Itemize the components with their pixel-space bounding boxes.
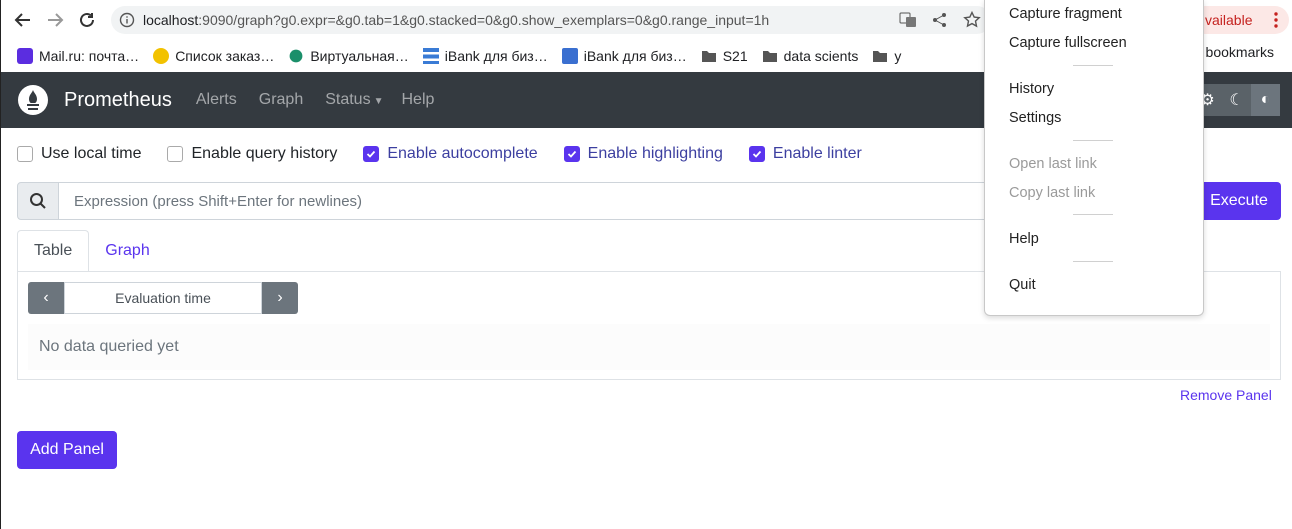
caret-down-icon: ▼ [373, 96, 384, 107]
brand-title[interactable]: Prometheus [64, 89, 172, 112]
search-icon [30, 193, 46, 209]
ibank-icon [422, 48, 439, 64]
menu-open-last-link: Open last link [1009, 156, 1097, 172]
query-history-checkbox[interactable]: Enable query history [167, 145, 337, 163]
reload-button[interactable] [75, 8, 99, 32]
share-icon[interactable] [931, 11, 949, 29]
autocomplete-checkbox[interactable]: Enable autocomplete [363, 145, 538, 163]
menu-copy-last-link: Copy last link [1009, 185, 1096, 201]
eval-prev-button[interactable]: ‹ [28, 282, 64, 314]
forward-button[interactable] [43, 8, 67, 32]
bookmark-item[interactable]: iBank для биз… [422, 48, 548, 64]
prometheus-logo-icon [18, 85, 48, 115]
bookmark-folder[interactable]: у [872, 48, 901, 64]
context-menu: Capture fragment Capture fullscreen Hist… [984, 0, 1204, 316]
folder-icon [762, 51, 777, 62]
linter-checkbox[interactable]: Enable linter [748, 145, 862, 163]
ibank-icon [561, 48, 578, 64]
menu-capture-fragment[interactable]: Capture fragment [1009, 6, 1122, 22]
panel-tabs: Table Graph [17, 230, 166, 272]
checkmark-icon [363, 146, 380, 162]
menu-quit[interactable]: Quit [1009, 277, 1036, 293]
update-available-button[interactable]: vailable [1191, 6, 1289, 34]
checkmark-icon [563, 146, 580, 162]
menu-settings[interactable]: Settings [1009, 110, 1061, 126]
chevron-right-icon: › [277, 289, 283, 306]
nav-alerts[interactable]: Alerts [196, 91, 237, 109]
checkmark-icon [748, 146, 765, 162]
half-circle-icon: ◐ [1260, 91, 1271, 108]
bookmark-folder[interactable]: data scients [762, 48, 858, 64]
search-button[interactable] [17, 182, 59, 220]
bookmark-favicon-icon [153, 48, 170, 64]
nav-status[interactable]: Status ▼ [325, 91, 383, 109]
kebab-menu-icon [1274, 12, 1278, 28]
bookmark-favicon-icon [289, 49, 303, 63]
checkbox-icon [17, 146, 33, 162]
use-local-time-checkbox[interactable]: Use local time [17, 145, 141, 163]
bookmark-item[interactable]: Виртуальная… [288, 48, 409, 64]
remove-panel-link[interactable]: Remove Panel [1180, 387, 1272, 403]
omnibox-actions [899, 11, 981, 29]
highlighting-checkbox[interactable]: Enable highlighting [563, 145, 723, 163]
url-text: localhost:9090/graph?g0.expr=&g0.tab=1&g… [143, 12, 770, 28]
eval-next-button[interactable]: › [262, 282, 298, 314]
theme-auto-button[interactable]: ◐ [1251, 84, 1280, 116]
folder-icon [701, 51, 716, 62]
nav-graph[interactable]: Graph [259, 91, 303, 109]
address-bar[interactable]: localhost:9090/graph?g0.expr=&g0.tab=1&g… [111, 6, 991, 34]
bookmark-item[interactable]: iBank для биз… [561, 48, 687, 64]
update-label: vailable [1205, 12, 1253, 28]
chevron-left-icon: ‹ [43, 289, 49, 306]
menu-separator [1073, 261, 1113, 262]
evaluation-time-control: ‹ Evaluation time › [28, 282, 298, 314]
theme-toggle: ⚙ ☾ ◐ [1193, 84, 1281, 118]
checkbox-icon [167, 146, 184, 162]
back-button[interactable] [11, 8, 35, 32]
moon-icon: ☾ [1229, 92, 1244, 109]
menu-separator [1073, 214, 1113, 215]
reload-icon [80, 12, 94, 27]
execute-button[interactable]: Execute [1197, 182, 1281, 220]
bookmark-item[interactable]: Mail.ru: почта… [17, 48, 139, 64]
menu-capture-fullscreen[interactable]: Capture fullscreen [1009, 35, 1127, 51]
translate-icon[interactable] [899, 11, 917, 29]
star-icon[interactable] [963, 11, 981, 29]
bookmark-folder[interactable]: S21 [701, 48, 748, 64]
query-options: Use local time Enable query history Enab… [17, 143, 888, 165]
menu-history[interactable]: History [1009, 81, 1054, 97]
info-icon [119, 12, 135, 28]
no-data-message: No data queried yet [28, 324, 1270, 370]
arrow-left-icon [14, 13, 30, 27]
theme-dark-button[interactable]: ☾ [1222, 84, 1251, 116]
folder-icon [873, 51, 888, 62]
menu-help[interactable]: Help [1009, 231, 1039, 247]
page: localhost:9090/graph?g0.expr=&g0.tab=1&g… [0, 0, 1292, 529]
menu-separator [1073, 140, 1113, 141]
add-panel-button[interactable]: Add Panel [17, 431, 117, 469]
arrow-right-icon [48, 13, 64, 27]
nav-help[interactable]: Help [401, 91, 434, 109]
tab-graph[interactable]: Graph [89, 230, 165, 272]
menu-separator [1073, 65, 1113, 66]
other-bookmarks[interactable]: r bookmarks [1197, 44, 1274, 60]
evaluation-time-input[interactable]: Evaluation time [64, 282, 262, 314]
mailru-icon [17, 48, 33, 64]
bookmark-item[interactable]: Список заказ… [153, 48, 274, 64]
tab-table[interactable]: Table [17, 230, 90, 272]
